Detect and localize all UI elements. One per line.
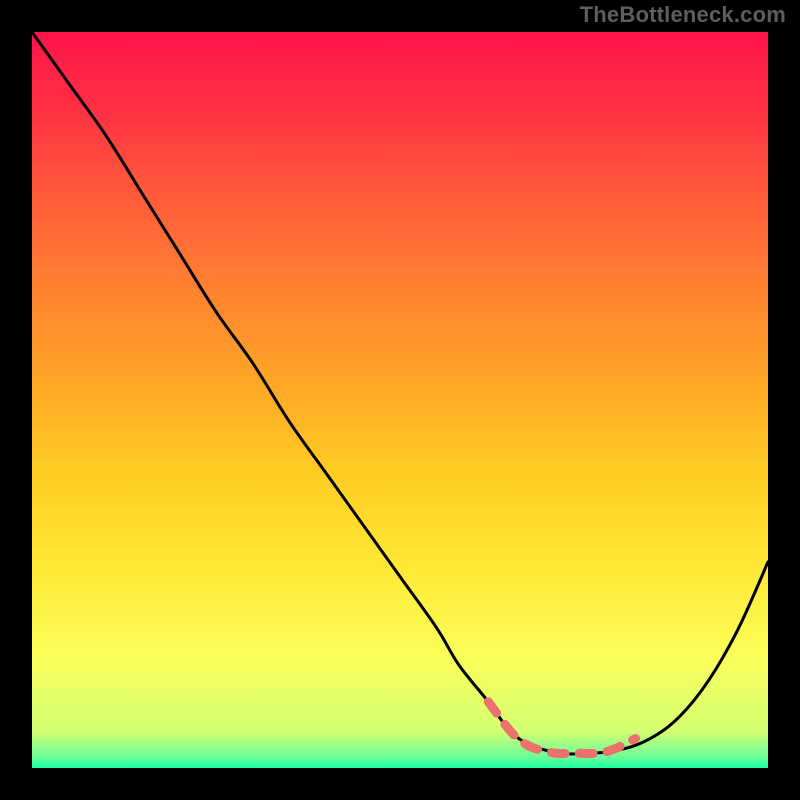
watermark-text: TheBottleneck.com	[580, 2, 786, 28]
chart-frame: TheBottleneck.com	[0, 0, 800, 800]
chart-background	[32, 32, 768, 768]
plot-area	[32, 32, 768, 768]
chart-svg	[32, 32, 768, 768]
